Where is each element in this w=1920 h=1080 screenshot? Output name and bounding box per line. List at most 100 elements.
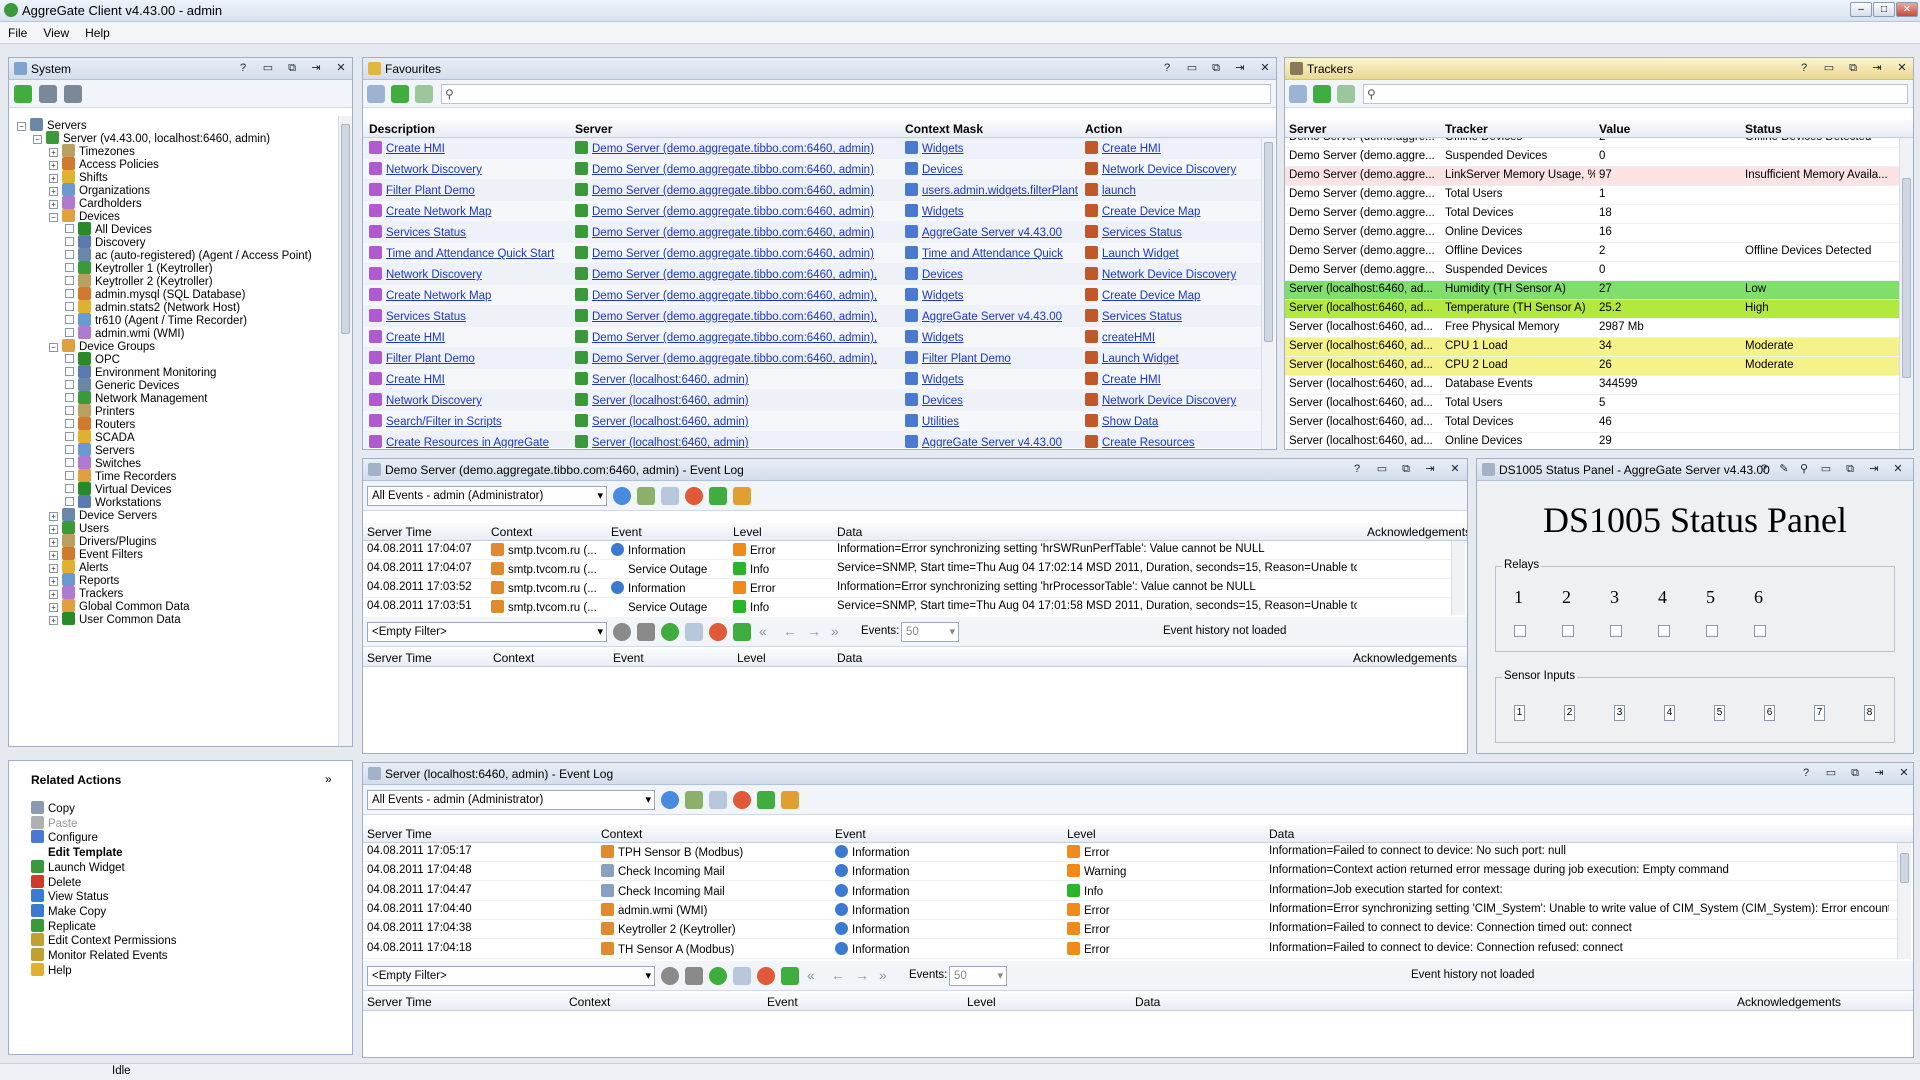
- demo-log-scrollbar[interactable]: [1451, 541, 1465, 615]
- table-row[interactable]: 04.08.2011 17:04:07 smtp.tvcom.ru (... Inf…: [363, 541, 1451, 560]
- table-cell[interactable]: Demo Server (demo.aggregate.tibbo.com:64…: [575, 309, 895, 323]
- tree-node[interactable]: ac (auto-registered) (Agent / Access Poi…: [65, 248, 312, 262]
- related-action[interactable]: Paste: [31, 815, 77, 830]
- node-spacer[interactable]: [65, 471, 74, 480]
- table-row[interactable]: Server (localhost:6460, ad... Free Physic…: [1285, 319, 1899, 338]
- table-link[interactable]: Filter Plant Demo: [386, 185, 475, 197]
- table-cell[interactable]: Network Device Discovery: [1085, 393, 1261, 407]
- table-cell[interactable]: Create Device Map: [1085, 204, 1261, 218]
- table-cell[interactable]: Demo Server (demo.aggregate.tibbo.com:64…: [575, 246, 895, 260]
- table-link[interactable]: AggreGate Server v4.43.00: [922, 227, 1062, 239]
- tree-node[interactable]: + Trackers: [49, 586, 123, 600]
- next-page-icon[interactable]: →: [855, 967, 869, 983]
- table-cell[interactable]: Server (localhost:6460, admin): [575, 393, 895, 407]
- local-history-filter-select[interactable]: <Empty Filter>: [367, 966, 655, 986]
- table-link[interactable]: Widgets: [922, 332, 964, 344]
- table-cell[interactable]: Widgets: [905, 372, 1105, 386]
- favourites-scroll-thumb[interactable]: [1264, 142, 1273, 342]
- col-context-mask[interactable]: Context Mask: [905, 122, 983, 136]
- edit-icon[interactable]: ✎: [1777, 462, 1791, 476]
- relay-checkbox[interactable]: [1754, 625, 1766, 637]
- tree-node[interactable]: − Servers: [17, 118, 87, 132]
- table-row[interactable]: Create Network Map Demo Server (demo.aggr…: [363, 285, 1261, 306]
- table-cell[interactable]: Create HMI: [369, 330, 569, 344]
- expand-toggle-icon[interactable]: +: [49, 512, 58, 521]
- tree-node[interactable]: − Server (v4.43.00, localhost:6460, admin…: [33, 131, 270, 145]
- col-server[interactable]: Server: [575, 122, 612, 136]
- table-cell[interactable]: Services Status: [369, 225, 569, 239]
- table-cell[interactable]: Utilities: [905, 414, 1105, 428]
- table-cell[interactable]: Create HMI: [369, 372, 569, 386]
- table-cell[interactable]: launch: [1085, 183, 1261, 197]
- table-link[interactable]: Filter Plant Demo: [386, 353, 475, 365]
- table-link[interactable]: Server (localhost:6460, admin): [592, 437, 749, 448]
- tree-node[interactable]: Virtual Devices: [65, 482, 172, 496]
- table-link[interactable]: Services Status: [386, 227, 466, 239]
- expand-toggle-icon[interactable]: +: [49, 564, 58, 573]
- node-spacer[interactable]: [65, 289, 74, 298]
- table-cell[interactable]: createHMI: [1085, 330, 1261, 344]
- col-acknowledgements[interactable]: Acknowledgements: [1367, 525, 1467, 539]
- col-event[interactable]: Event: [613, 651, 644, 665]
- table-row[interactable]: Network Discovery Demo Server (demo.aggre…: [363, 264, 1261, 285]
- col-server-time[interactable]: Server Time: [367, 525, 432, 539]
- help-icon[interactable]: ?: [1799, 766, 1813, 780]
- prev-page-icon[interactable]: ←: [783, 623, 797, 639]
- table-row[interactable]: Create Resources in AggreGate Server (loc…: [363, 432, 1261, 448]
- related-action[interactable]: Edit Context Permissions: [31, 933, 176, 947]
- filter-icon[interactable]: [637, 623, 655, 641]
- table-row[interactable]: Time and Attendance Quick Start Demo Serv…: [363, 243, 1261, 264]
- related-action[interactable]: Delete: [31, 874, 81, 889]
- table-row[interactable]: Demo Server (demo.aggre... Offline Device…: [1285, 243, 1899, 262]
- table-cell[interactable]: Create HMI: [1085, 141, 1261, 155]
- expand-toggle-icon[interactable]: −: [17, 122, 26, 131]
- chart-icon[interactable]: [709, 623, 727, 641]
- tree-node[interactable]: + Alerts: [49, 560, 108, 574]
- related-action[interactable]: Replicate: [31, 918, 96, 933]
- node-spacer[interactable]: [65, 484, 74, 493]
- clear-icon[interactable]: [781, 791, 799, 809]
- table-cell[interactable]: AggreGate Server v4.43.00: [905, 435, 1105, 448]
- table-link[interactable]: Time and Attendance Quick Start: [386, 248, 554, 260]
- col-server-time[interactable]: Server Time: [367, 827, 432, 841]
- table-cell[interactable]: Widgets: [905, 204, 1105, 218]
- expand-toggle-icon[interactable]: +: [49, 616, 58, 625]
- table-cell[interactable]: Create Resources: [1085, 435, 1261, 448]
- table-cell[interactable]: Devices: [905, 393, 1105, 407]
- close-panel-icon[interactable]: ✕: [1897, 766, 1911, 780]
- table-link[interactable]: Services Status: [386, 311, 466, 323]
- table-row[interactable]: Filter Plant Demo Demo Server (demo.aggre…: [363, 348, 1261, 369]
- table-link[interactable]: Network Device Discovery: [1102, 395, 1236, 407]
- table-cell[interactable]: Show Data: [1085, 414, 1261, 428]
- close-panel-icon[interactable]: ✕: [1895, 61, 1909, 75]
- related-action[interactable]: Edit Template: [31, 845, 123, 859]
- table-row[interactable]: Demo Server (demo.aggre... LinkServer Mem…: [1285, 167, 1899, 186]
- table-link[interactable]: Services Status: [1102, 311, 1182, 323]
- table-cell[interactable]: Services Status: [369, 309, 569, 323]
- refresh-icon[interactable]: [14, 85, 32, 103]
- table-row[interactable]: Server (localhost:6460, ad... Database Ev…: [1285, 376, 1899, 395]
- table-row[interactable]: Server (localhost:6460, ad... Total Devic…: [1285, 414, 1899, 433]
- table-row[interactable]: Demo Server (demo.aggre... Offline Device…: [1285, 138, 1899, 148]
- col-level[interactable]: Level: [967, 995, 996, 1009]
- node-spacer[interactable]: [65, 237, 74, 246]
- table-row[interactable]: Services Status Demo Server (demo.aggrega…: [363, 222, 1261, 243]
- table-link[interactable]: Demo Server (demo.aggregate.tibbo.com:64…: [592, 311, 877, 323]
- relay-checkbox[interactable]: [1658, 625, 1670, 637]
- col-data[interactable]: Data: [837, 651, 862, 665]
- first-page-icon[interactable]: «: [807, 967, 815, 983]
- tree-node[interactable]: + User Common Data: [49, 612, 181, 626]
- table-cell[interactable]: Devices: [905, 267, 1105, 281]
- apply-icon[interactable]: [415, 85, 433, 103]
- tree-node[interactable]: + Shifts: [49, 170, 108, 184]
- col-context[interactable]: Context: [493, 651, 534, 665]
- tree-node[interactable]: + Access Policies: [49, 157, 159, 171]
- node-spacer[interactable]: [65, 224, 74, 233]
- table-cell[interactable]: Devices: [905, 162, 1105, 176]
- table-link[interactable]: Demo Server (demo.aggregate.tibbo.com:64…: [592, 248, 874, 260]
- col-level[interactable]: Level: [1067, 827, 1096, 841]
- pin-icon[interactable]: ⇥: [1867, 462, 1881, 476]
- zoom-icon[interactable]: ⚲: [1797, 462, 1811, 476]
- tree-scroll-thumb[interactable]: [341, 124, 350, 334]
- col-context[interactable]: Context: [601, 827, 642, 841]
